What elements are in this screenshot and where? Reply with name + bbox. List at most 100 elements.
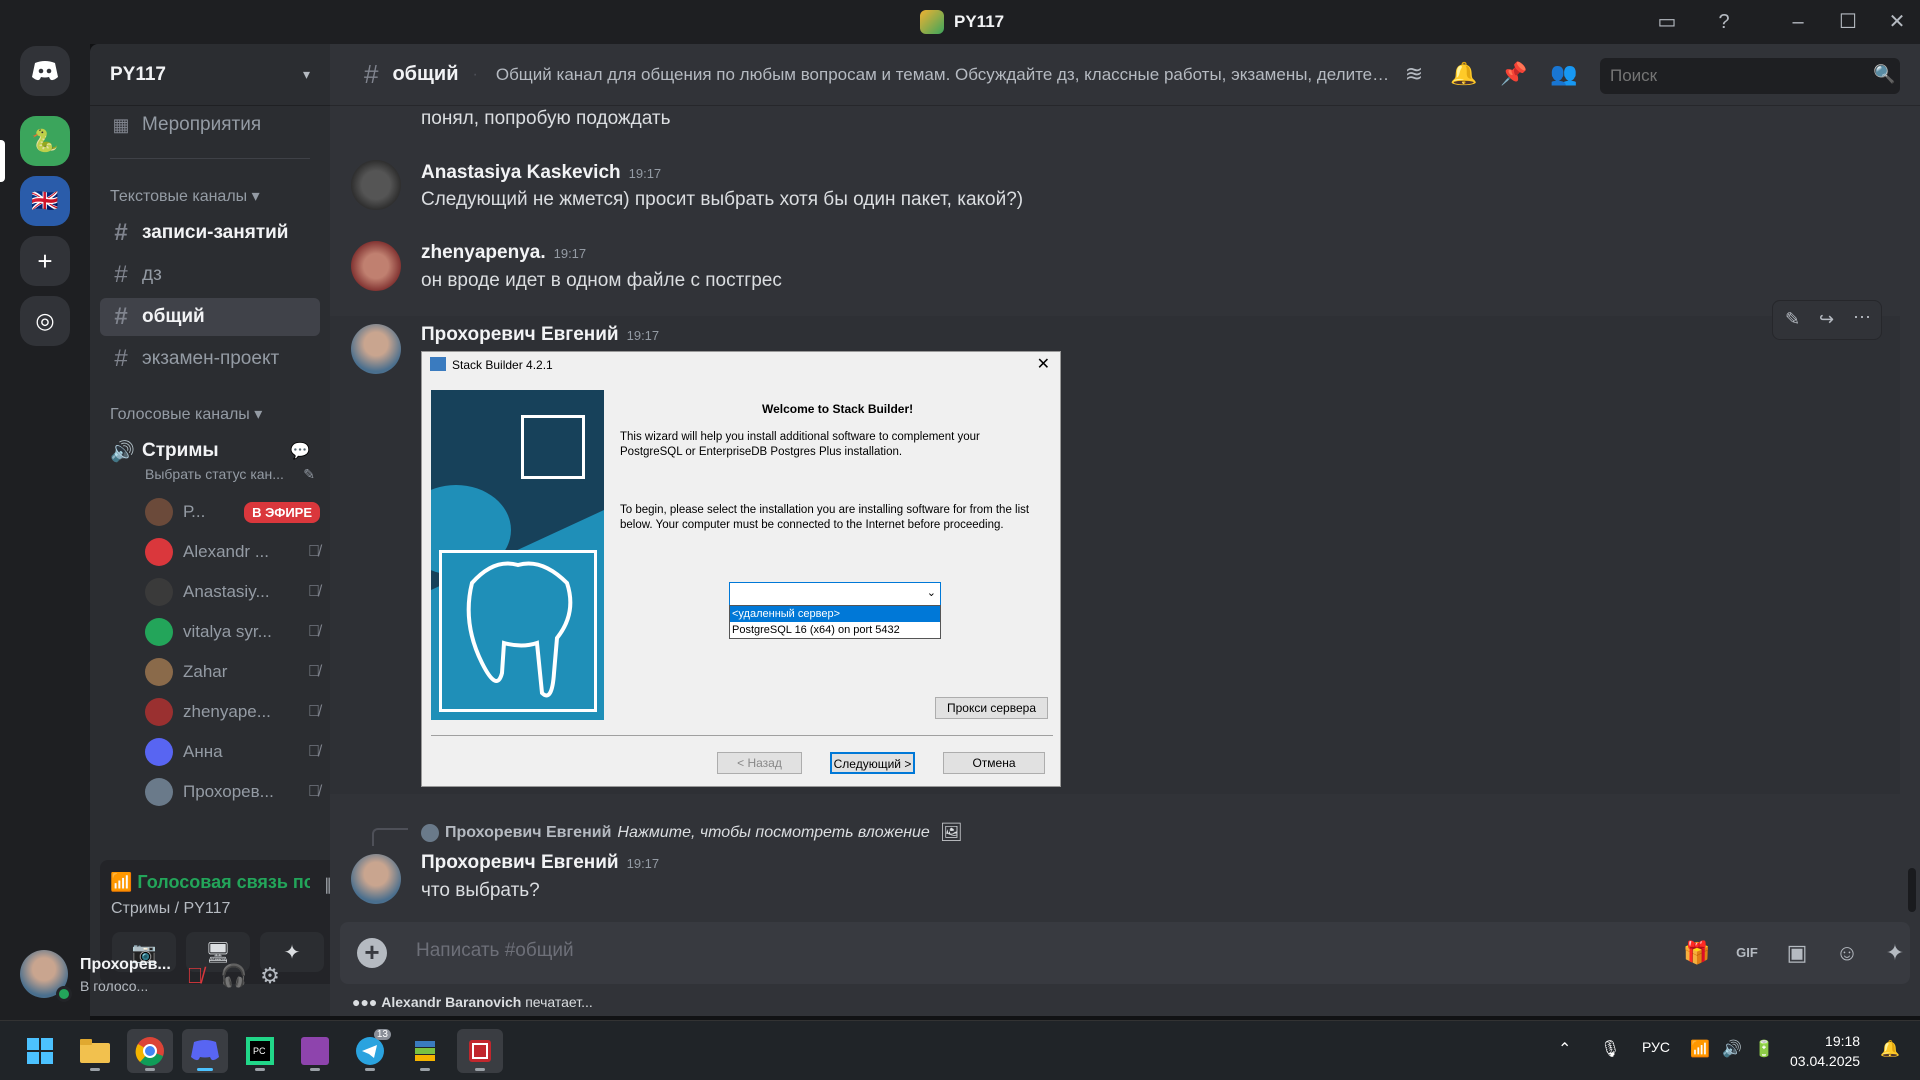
threads-icon[interactable]: ≋ (1400, 61, 1428, 89)
members-icon[interactable]: 👥 (1550, 61, 1578, 89)
voice-location[interactable]: Стримы / PY117 (111, 900, 230, 918)
attach-plus-icon[interactable]: + (357, 938, 387, 968)
option-postgresql-16: PostgreSQL 16 (x64) on port 5432 (732, 624, 900, 636)
discord-taskbar-icon[interactable] (182, 1029, 228, 1073)
next-button: Следующий > (830, 752, 915, 774)
channel-item-zapisi[interactable]: # записи-занятий (100, 214, 320, 252)
close-icon[interactable]: ✕ (1885, 10, 1909, 34)
avatar[interactable] (351, 241, 401, 291)
voice-user[interactable]: Zahar 🎙̸ (145, 654, 320, 690)
server-header[interactable]: PY117 ▾ (90, 44, 330, 106)
author-name: Прохоревич Евгений (421, 324, 619, 345)
message-input[interactable]: Написать #общий (416, 940, 574, 962)
gift-icon[interactable]: 🎁 (1682, 938, 1712, 968)
chrome-icon[interactable] (127, 1029, 173, 1073)
live-badge: В ЭФИРЕ (244, 501, 320, 523)
pin-icon[interactable]: 📌 (1500, 61, 1528, 89)
emoji-icon[interactable]: ☺ (1832, 938, 1862, 968)
channel-topic[interactable]: Общий канал для общения по любым вопроса… (496, 65, 1396, 85)
message-author[interactable]: Прохоревич Евгений 19:17 (421, 324, 659, 346)
reply-icon[interactable]: ↪ (1819, 309, 1834, 330)
search-input[interactable] (1600, 58, 1900, 94)
notification-badge: 13 (373, 1029, 391, 1040)
chat-bubble-icon[interactable]: 💬 (290, 441, 310, 461)
message-author[interactable]: Прохоревич Евгений 19:17 (421, 852, 659, 874)
scrollbar-thumb[interactable] (1908, 868, 1916, 912)
window-title: PY117 (954, 12, 1005, 31)
avatar[interactable] (351, 324, 401, 374)
voice-user[interactable]: Anastasiy... 🎙̸ (145, 574, 320, 610)
minimize-icon[interactable]: – (1786, 10, 1810, 34)
voice-user[interactable]: vitalya syr... 🎙̸ (145, 614, 320, 650)
microphone-icon[interactable]: 🎙 (1600, 1039, 1620, 1059)
muted-mic-icon[interactable]: 🎙̸ (179, 960, 211, 992)
message-author[interactable]: zhenyapenya. 19:17 (421, 242, 586, 264)
apps-icon[interactable]: ✦ (1880, 938, 1910, 968)
inbox-icon[interactable]: ▭ (1655, 10, 1679, 34)
avatar[interactable] (351, 160, 401, 210)
avatar[interactable] (351, 854, 401, 904)
wifi-icon[interactable]: 📶 (1690, 1039, 1710, 1059)
channel-item-dz[interactable]: # дз (100, 256, 320, 294)
python-server-icon[interactable]: 🐍 (20, 116, 70, 166)
voice-channels-category[interactable]: Голосовые каналы ▾ (110, 404, 262, 424)
voice-user[interactable]: Анна 🎙̸ (145, 734, 320, 770)
muted-mic-icon: 🎙̸ (308, 703, 320, 720)
reply-connector (372, 828, 408, 846)
edit-icon[interactable]: ✎ (1785, 309, 1800, 330)
chevron-down-icon: ▾ (302, 66, 310, 82)
back-button: < Назад (717, 752, 802, 774)
file-explorer-icon[interactable] (72, 1029, 118, 1073)
gif-icon[interactable]: GIF (1732, 938, 1762, 968)
typing-text: печатает... (525, 994, 593, 1010)
sticker-icon[interactable]: ▣ (1782, 938, 1812, 968)
editor-app-icon[interactable] (292, 1029, 338, 1073)
voice-status[interactable]: Выбрать статус кан... ✎ (145, 466, 315, 483)
snipping-tool-icon[interactable] (457, 1029, 503, 1073)
voice-user[interactable]: Alexandr ... 🎙̸ (145, 534, 320, 570)
chevron-up-icon[interactable]: ⌃ (1558, 1039, 1571, 1059)
maximize-icon[interactable]: ☐ (1836, 10, 1860, 34)
volume-icon[interactable]: 🔊 (1722, 1039, 1742, 1059)
telegram-icon[interactable]: 13 (347, 1029, 393, 1073)
gear-icon[interactable]: ⚙ (254, 960, 286, 992)
channel-item-obshchiy[interactable]: # общий (100, 298, 320, 336)
channel-name: общий (392, 63, 459, 85)
more-icon[interactable]: ⋯ (1853, 307, 1871, 328)
uk-flag-server-icon[interactable]: 🇬🇧 (20, 176, 70, 226)
channel-item-ekzamen[interactable]: # экзамен-проект (100, 340, 320, 378)
online-status-icon (56, 986, 72, 1002)
voice-user[interactable]: zhenyape... 🎙̸ (145, 694, 320, 730)
voice-user[interactable]: Прохорев... 🎙̸ (145, 774, 320, 810)
message-actions: ✎ ↪ ⋯ (1772, 300, 1882, 340)
bell-icon[interactable]: 🔔 (1450, 61, 1478, 89)
stack-builder-taskbar-icon[interactable] (402, 1029, 448, 1073)
battery-icon[interactable]: 🔋 (1754, 1039, 1774, 1059)
add-server-icon[interactable]: + (20, 236, 70, 286)
voice-user[interactable]: Р... В ЭФИРЕ (145, 494, 320, 530)
voice-channel-streams[interactable]: 🔊 Стримы 💬 (100, 432, 320, 470)
notifications-icon[interactable]: 🔔 (1880, 1039, 1900, 1059)
events-item[interactable]: ▦ Мероприятия (100, 106, 320, 144)
svg-text:PC: PC (253, 1046, 266, 1056)
pycharm-icon[interactable]: PC (237, 1029, 283, 1073)
language-indicator[interactable]: РУС (1642, 1039, 1670, 1055)
channel-sidebar: PY117 ▾ ▦ Мероприятия Текстовые каналы ▾… (90, 44, 330, 1016)
instructions-text: To begin, please select the installation… (620, 504, 1030, 531)
message-author[interactable]: Anastasiya Kaskevich 19:17 (421, 162, 661, 184)
server-name: PY117 (110, 63, 166, 85)
avatar (145, 778, 173, 806)
help-icon[interactable]: ? (1712, 10, 1736, 34)
avatar (145, 578, 173, 606)
image-attachment[interactable]: Stack Builder 4.2.1 ✕ Welcome to Stack B… (421, 351, 1061, 787)
windows-start-icon[interactable] (17, 1029, 63, 1073)
discord-logo-icon[interactable] (20, 46, 70, 96)
headphones-icon[interactable]: 🎧 (218, 960, 250, 992)
compass-icon[interactable]: ◎ (20, 296, 70, 346)
voice-connected-status[interactable]: 📶 Голосовая связь пс (110, 872, 310, 893)
text-channels-category[interactable]: Текстовые каналы ▾ (110, 186, 260, 206)
voice-user-name: Прохорев... (183, 782, 274, 801)
reply-preview[interactable]: Прохоревич Евгений Нажмите, чтобы посмот… (421, 822, 963, 843)
author-name: zhenyapenya. (421, 242, 546, 263)
clock[interactable]: 19:18 03.04.2025 (1790, 1031, 1860, 1071)
